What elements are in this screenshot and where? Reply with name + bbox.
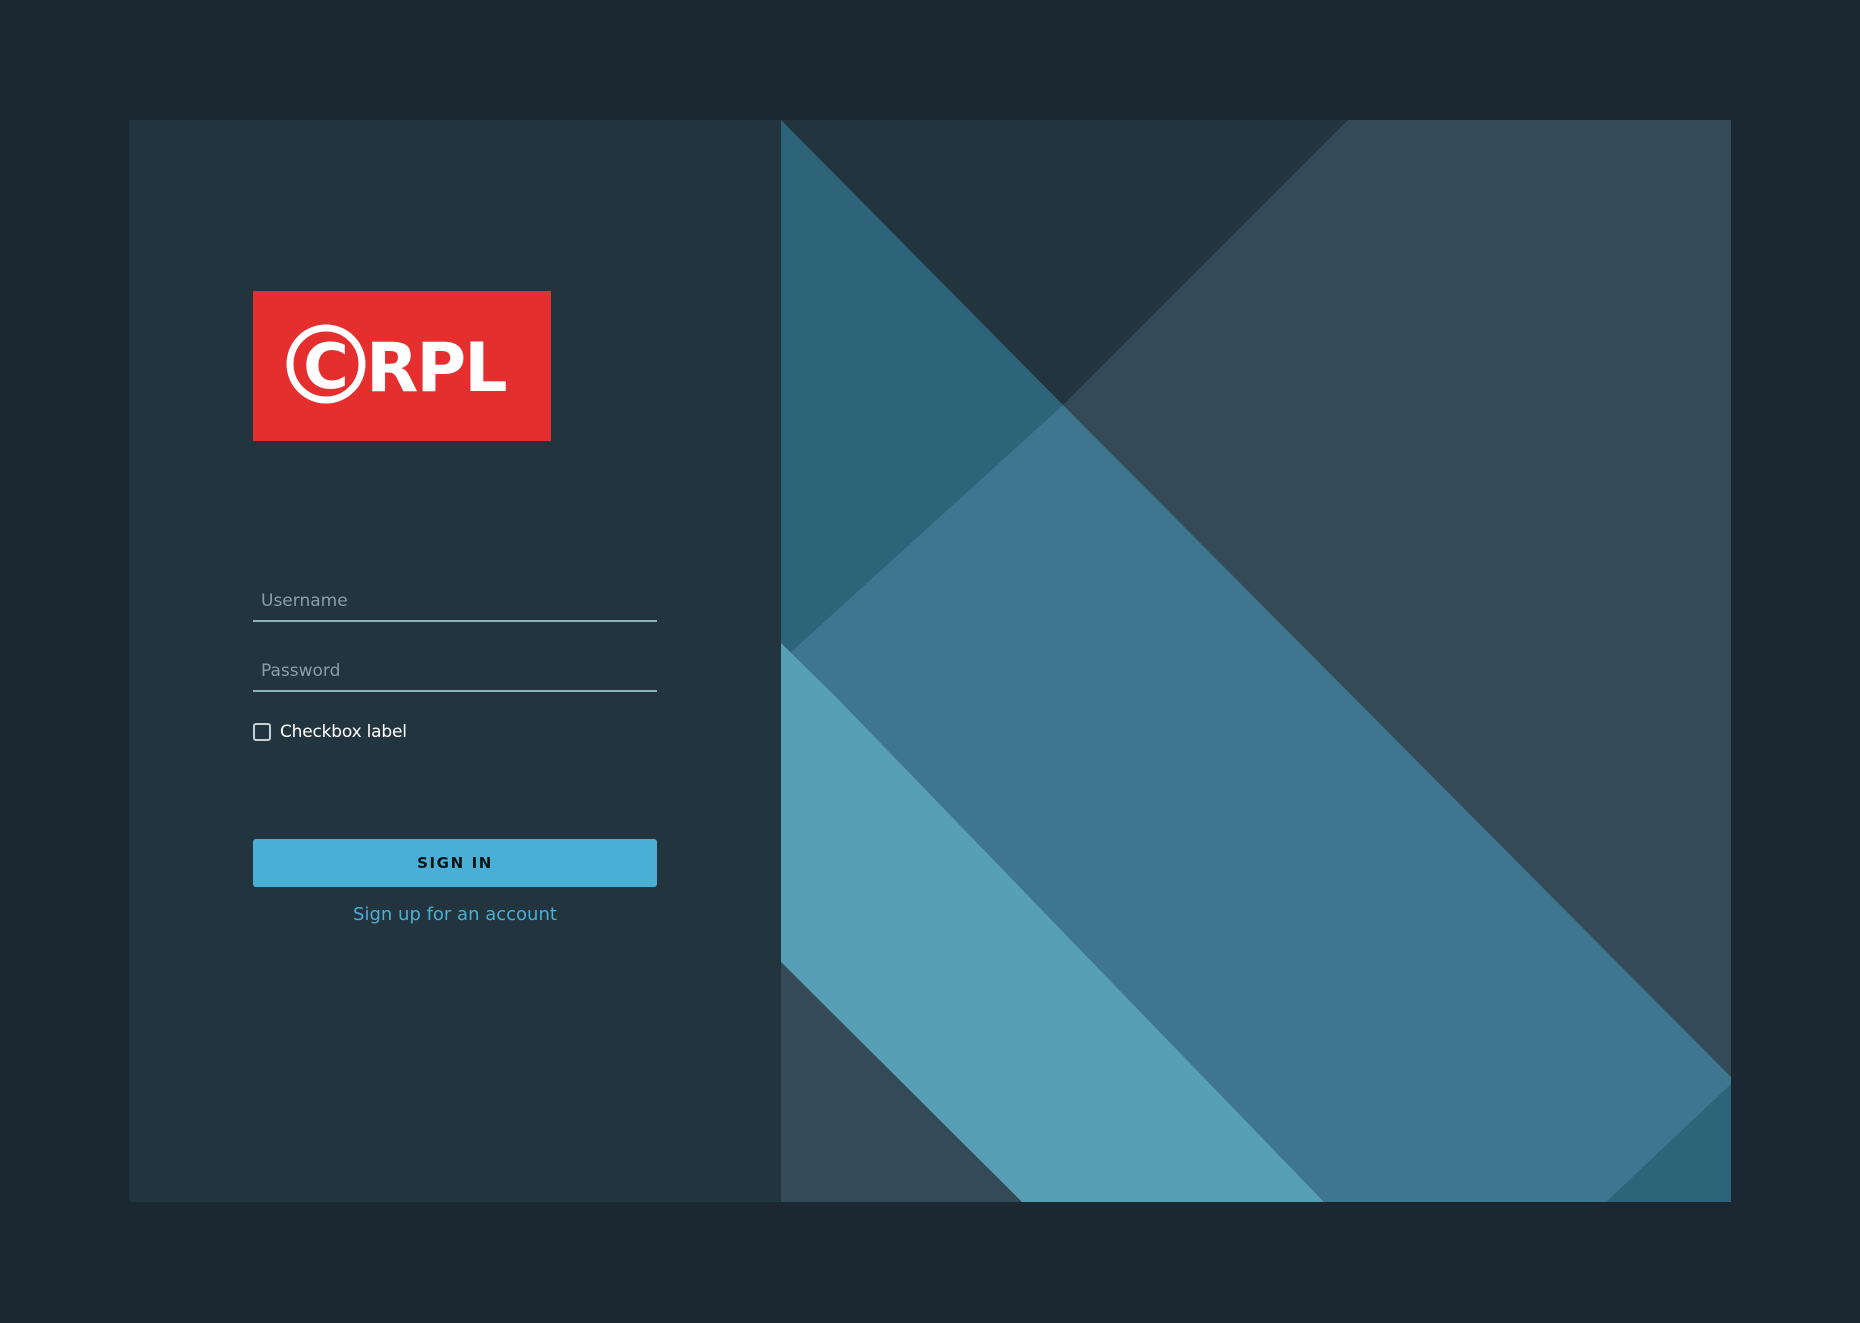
crpl-logo-icon: C RPL — [286, 324, 508, 408]
username-input[interactable] — [253, 586, 657, 622]
login-form-panel: C RPL Checkbox label SIGN IN Sign up for… — [129, 120, 781, 1202]
logo-letters: RPL — [366, 329, 506, 408]
remember-checkbox-row[interactable]: Checkbox label — [253, 720, 407, 744]
remember-checkbox-label: Checkbox label — [280, 722, 407, 742]
sign-up-link[interactable]: Sign up for an account — [253, 904, 657, 925]
remember-checkbox[interactable] — [253, 723, 271, 741]
geometric-background-art — [781, 120, 1731, 1202]
sign-in-button[interactable]: SIGN IN — [253, 839, 657, 887]
password-input[interactable] — [253, 656, 657, 692]
login-card: C RPL Checkbox label SIGN IN Sign up for… — [129, 120, 1731, 1202]
brand-logo: C RPL — [253, 291, 551, 441]
decorative-art-panel — [781, 120, 1731, 1202]
copyright-letter: C — [303, 330, 349, 403]
login-page: C RPL Checkbox label SIGN IN Sign up for… — [0, 0, 1860, 1323]
